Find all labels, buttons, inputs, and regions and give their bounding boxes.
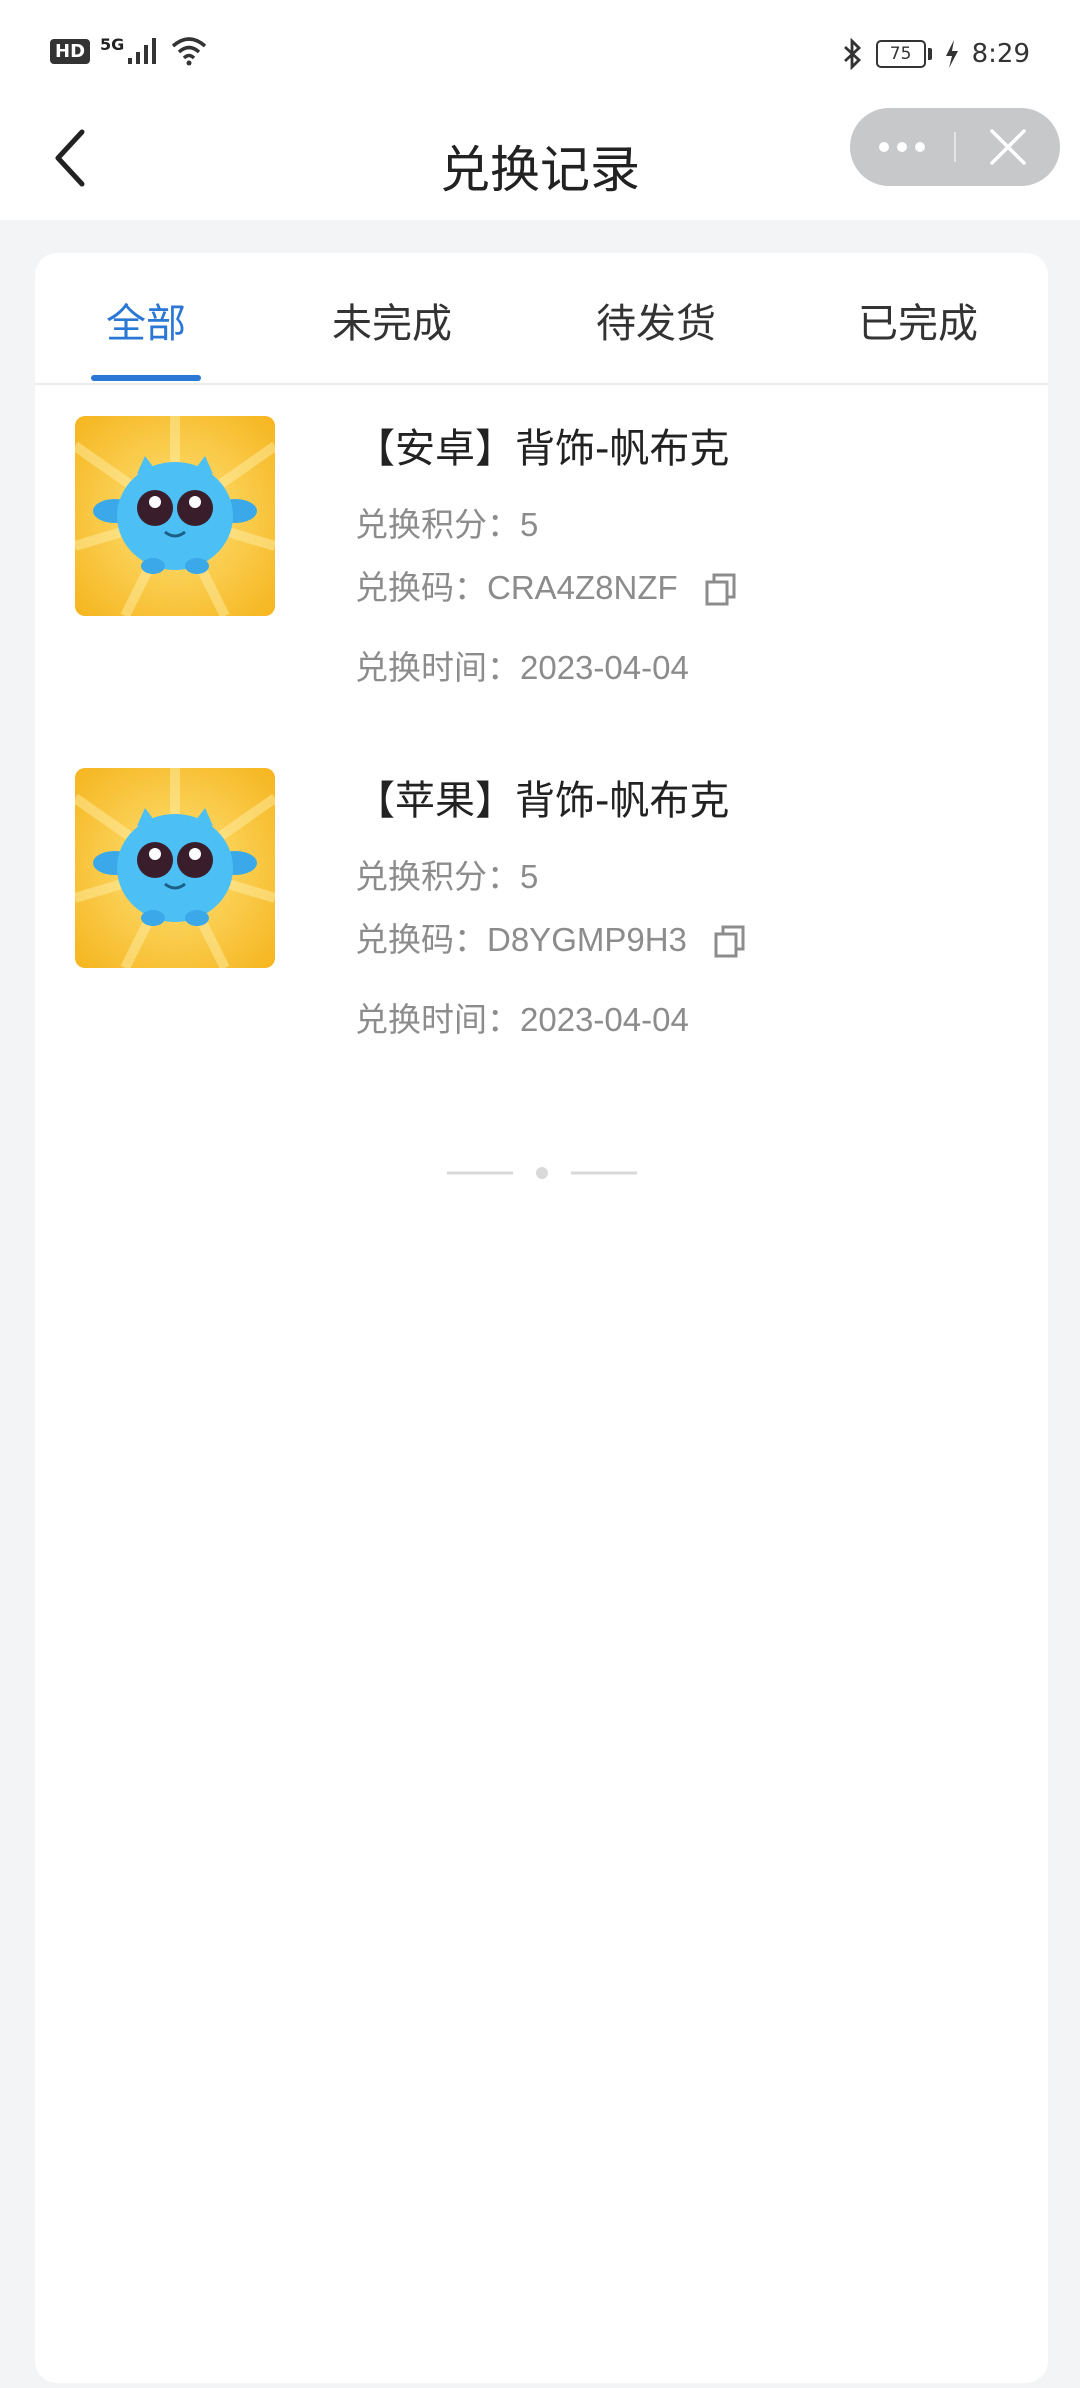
hd-badge: HD	[50, 38, 91, 64]
item-code: 兑换码：CRA4Z8NZF	[355, 561, 741, 610]
copy-icon[interactable]	[701, 570, 741, 610]
wifi-icon	[172, 37, 207, 66]
nav-bar: 兑换记录	[0, 100, 1080, 220]
time-value: 2023-04-04	[520, 649, 689, 686]
more-button[interactable]	[850, 108, 954, 186]
points-value: 5	[520, 858, 539, 895]
time-label: 兑换时间：	[355, 1001, 520, 1038]
status-bar: HD 5G 75 8:29	[0, 0, 1080, 100]
bluetooth-icon	[843, 38, 861, 70]
battery-level: 75	[875, 40, 926, 68]
status-time: 8:29	[971, 39, 1030, 69]
item-title: 【苹果】背饰-帆布克	[355, 778, 730, 824]
time-value: 2023-04-04	[520, 1001, 689, 1038]
item-time: 兑换时间：2023-04-04	[355, 641, 689, 689]
more-dots-icon	[879, 142, 925, 152]
item-thumbnail	[75, 416, 275, 616]
battery-indicator: 75	[875, 40, 932, 68]
code-value: D8YGMP9H3	[487, 921, 687, 958]
item-image	[75, 768, 275, 968]
record-item[interactable]: 【安卓】背饰-帆布克 兑换积分：5 兑换码：CRA4Z8NZF 兑换时间：202…	[75, 416, 1015, 746]
records-card: 全部 未完成 待发货 已完成 【安卓】背饰-帆布克 兑换积分：5 兑换码：CRA…	[35, 253, 1048, 2383]
active-tab-indicator	[91, 375, 201, 381]
item-image	[75, 416, 275, 616]
tab-incomplete[interactable]: 未完成	[317, 291, 467, 349]
points-label: 兑换积分：	[355, 858, 520, 895]
close-button[interactable]	[956, 108, 1060, 186]
tab-all[interactable]: 全部	[91, 291, 201, 349]
code-value: CRA4Z8NZF	[487, 569, 678, 606]
charging-icon	[945, 40, 958, 68]
signal-icon	[128, 38, 157, 64]
item-thumbnail	[75, 768, 275, 968]
status-right: 75 8:29	[842, 38, 1030, 70]
item-title: 【安卓】背饰-帆布克	[355, 426, 730, 472]
code-label: 兑换码：	[355, 921, 487, 958]
tab-pending-shipment[interactable]: 待发货	[581, 291, 731, 349]
close-icon	[990, 129, 1026, 165]
battery-tip	[927, 48, 932, 60]
tab-completed[interactable]: 已完成	[843, 291, 993, 349]
points-label: 兑换积分：	[355, 506, 520, 543]
points-value: 5	[520, 506, 539, 543]
time-label: 兑换时间：	[355, 649, 520, 686]
status-left: HD 5G	[50, 34, 208, 66]
record-item[interactable]: 【苹果】背饰-帆布克 兑换积分：5 兑换码：D8YGMP9H3 兑换时间：202…	[75, 768, 1015, 1098]
code-label: 兑换码：	[355, 569, 487, 606]
copy-icon[interactable]	[710, 922, 750, 962]
network-type: 5G	[100, 34, 125, 54]
item-points: 兑换积分：5	[355, 850, 538, 898]
item-points: 兑换积分：5	[355, 498, 538, 546]
item-time: 兑换时间：2023-04-04	[355, 993, 689, 1041]
miniprogram-capsule	[850, 108, 1060, 186]
list-end-divider	[447, 1167, 637, 1179]
item-code: 兑换码：D8YGMP9H3	[355, 913, 750, 962]
tab-bar: 全部 未完成 待发货 已完成	[35, 253, 1048, 385]
